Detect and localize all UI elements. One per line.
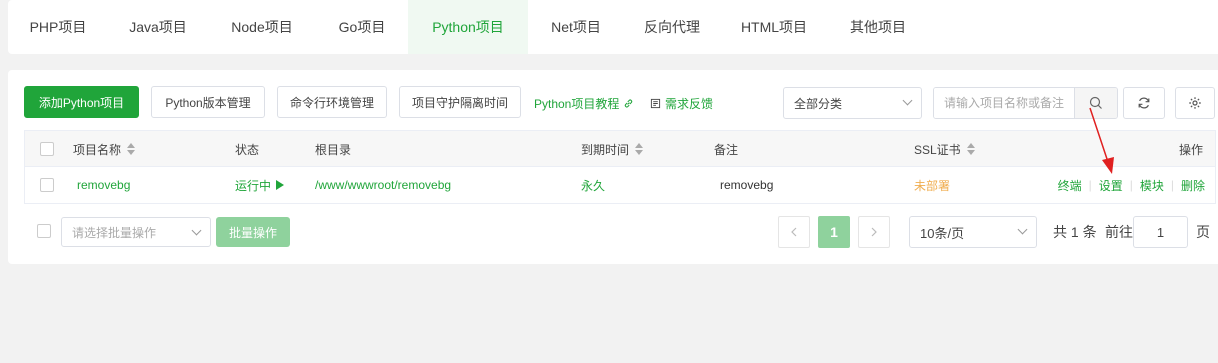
sort-icon (127, 143, 136, 155)
prev-page-button[interactable] (778, 216, 810, 248)
select-all-checkbox[interactable] (40, 142, 54, 156)
header-expire[interactable]: 到期时间 (581, 131, 644, 167)
tab-other[interactable]: 其他项目 (828, 0, 928, 54)
tab-php[interactable]: PHP项目 (8, 0, 108, 54)
header-expire-label: 到期时间 (581, 142, 630, 157)
root-dir-link[interactable]: /www/wwwroot/removebg (315, 167, 451, 203)
status-toggle[interactable]: 运行中 (235, 167, 285, 203)
guard-interval-button[interactable]: 项目守护隔离时间 (399, 86, 521, 118)
chevron-down-icon (1017, 224, 1028, 235)
project-type-tabs: PHP项目 Java项目 Node项目 Go项目 Python项目 Net项目 … (8, 0, 1218, 54)
header-name[interactable]: 项目名称 (73, 131, 136, 167)
link-icon (625, 99, 633, 107)
header-status: 状态 (235, 142, 260, 157)
total-suffix: 条 (1082, 224, 1097, 240)
next-page-button[interactable] (858, 216, 890, 248)
total-number: 1 (1070, 224, 1079, 240)
header-ssl-label: SSL证书 (914, 142, 961, 157)
goto-page-input[interactable] (1133, 216, 1188, 248)
batch-operation-button[interactable]: 批量操作 (216, 217, 290, 247)
header-remark: 备注 (714, 142, 739, 157)
sort-icon (635, 143, 644, 155)
settings-action[interactable]: 设置 (1099, 177, 1123, 194)
total-count: 共 1 条 (1053, 216, 1097, 248)
cmd-env-button[interactable]: 命令行环境管理 (277, 86, 387, 118)
project-panel: 添加Python项目 Python版本管理 命令行环境管理 项目守护隔离时间 P… (8, 70, 1218, 264)
terminal-action[interactable]: 终端 (1058, 177, 1082, 194)
refresh-icon (1138, 97, 1150, 109)
tab-reverse-proxy[interactable]: 反向代理 (624, 0, 720, 54)
table-row: removebg 运行中 /www/wwwroot/removebg 永久 re… (25, 167, 1215, 203)
add-python-project-button[interactable]: 添加Python项目 (24, 86, 139, 118)
feedback-icon (650, 98, 661, 108)
tab-net[interactable]: Net项目 (528, 0, 624, 54)
header-name-label: 项目名称 (73, 142, 122, 157)
python-version-button[interactable]: Python版本管理 (151, 86, 265, 118)
action-divider: | (1088, 178, 1092, 192)
modules-action[interactable]: 模块 (1140, 177, 1164, 194)
table-header: 项目名称 状态 根目录 到期时间 备注 SSL证书 操作 (25, 131, 1215, 167)
category-select[interactable]: 全部分类 (783, 87, 922, 119)
project-table: 项目名称 状态 根目录 到期时间 备注 SSL证书 操作 removebg 运行… (24, 130, 1216, 204)
search-button[interactable] (1074, 88, 1117, 118)
row-checkbox[interactable] (40, 178, 54, 192)
header-root: 根目录 (315, 142, 352, 157)
chevron-down-icon (191, 225, 202, 236)
category-value: 全部分类 (794, 96, 843, 111)
tutorial-label: Python项目教程 (534, 96, 620, 111)
refresh-button[interactable] (1123, 87, 1165, 119)
chevron-left-icon (791, 227, 797, 237)
header-ops: 操作 (1178, 142, 1203, 157)
tutorial-link[interactable]: Python项目教程 (534, 87, 634, 119)
page-1-button[interactable]: 1 (818, 216, 850, 248)
goto-label: 前往 (1105, 224, 1133, 240)
tab-go[interactable]: Go项目 (316, 0, 408, 54)
tab-node[interactable]: Node项目 (208, 0, 316, 54)
search-icon (1089, 96, 1102, 109)
status-label: 运行中 (235, 178, 272, 193)
tab-html[interactable]: HTML项目 (720, 0, 828, 54)
play-icon (276, 180, 285, 190)
sort-icon (966, 143, 975, 155)
feedback-label: 需求反馈 (665, 96, 714, 111)
feedback-link[interactable]: 需求反馈 (650, 87, 713, 119)
tab-java[interactable]: Java项目 (108, 0, 208, 54)
search-box (933, 87, 1118, 119)
expire-link[interactable]: 永久 (581, 167, 605, 203)
project-name-link[interactable]: removebg (77, 167, 130, 203)
action-divider: | (1170, 178, 1174, 192)
remark-field[interactable]: removebg (720, 167, 773, 203)
chevron-down-icon (902, 95, 913, 106)
delete-action[interactable]: 删除 (1181, 177, 1205, 194)
search-input[interactable] (934, 88, 1074, 118)
batch-placeholder: 请选择批量操作 (72, 225, 157, 240)
tab-python[interactable]: Python项目 (408, 0, 528, 54)
action-divider: | (1129, 178, 1133, 192)
total-prefix: 共 (1053, 224, 1067, 240)
page-suffix: 页 (1196, 224, 1210, 240)
gear-icon (1189, 97, 1201, 109)
chevron-right-icon (871, 227, 877, 237)
batch-operation-select[interactable]: 请选择批量操作 (61, 217, 211, 247)
header-ssl[interactable]: SSL证书 (914, 131, 975, 167)
ssl-status-link[interactable]: 未部署 (914, 167, 950, 203)
row-actions: 终端 | 设置 | 模块 | 删除 (1058, 167, 1205, 203)
settings-button[interactable] (1175, 87, 1215, 119)
page-size-select[interactable]: 10条/页 (909, 216, 1037, 248)
page-size-value: 10条/页 (920, 225, 965, 241)
footer-select-all-checkbox[interactable] (37, 224, 51, 238)
